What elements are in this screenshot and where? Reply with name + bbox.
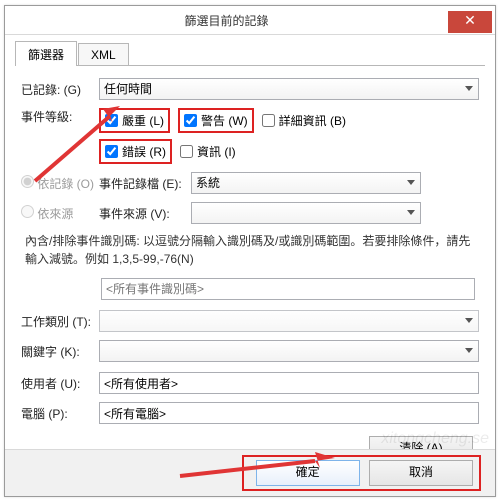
task-select[interactable] bbox=[99, 310, 479, 332]
dialog-footer: 確定 取消 bbox=[5, 449, 495, 496]
label-sourcefield: 事件來源 (V): bbox=[99, 205, 191, 222]
level-error[interactable]: 錯誤 (R) bbox=[99, 139, 172, 164]
close-button[interactable]: ✕ bbox=[448, 11, 492, 33]
footer-highlight: 確定 取消 bbox=[242, 455, 481, 491]
source-select[interactable] bbox=[191, 202, 421, 224]
label-task: 工作類別 (T): bbox=[21, 313, 99, 330]
close-icon: ✕ bbox=[464, 12, 476, 28]
radio-bylog[interactable]: 依記錄 (O) bbox=[21, 175, 99, 192]
keyword-select[interactable] bbox=[99, 340, 479, 362]
verbose-checkbox[interactable] bbox=[262, 114, 275, 127]
label-logged: 已記錄: (G) bbox=[21, 81, 99, 98]
warning-checkbox[interactable] bbox=[184, 114, 197, 127]
log-select[interactable]: 系統 bbox=[191, 172, 421, 194]
radio-bysource[interactable]: 依來源 bbox=[21, 205, 99, 222]
label-user: 使用者 (U): bbox=[21, 375, 99, 392]
tab-filter[interactable]: 篩選器 bbox=[15, 41, 77, 66]
label-level: 事件等級: bbox=[21, 108, 99, 125]
ok-button[interactable]: 確定 bbox=[256, 460, 360, 486]
user-input[interactable] bbox=[99, 372, 479, 394]
label-computer: 電腦 (P): bbox=[21, 405, 99, 422]
critical-checkbox[interactable] bbox=[105, 114, 118, 127]
level-warning[interactable]: 警告 (W) bbox=[178, 108, 254, 133]
info-checkbox[interactable] bbox=[180, 145, 193, 158]
logged-select[interactable]: 任何時間 bbox=[99, 78, 479, 100]
dialog-title: 篩選目前的記錄 bbox=[5, 12, 448, 29]
cancel-button[interactable]: 取消 bbox=[369, 460, 473, 486]
bylog-radio[interactable] bbox=[21, 175, 34, 188]
level-info[interactable]: 資訊 (I) bbox=[180, 139, 236, 164]
tab-xml[interactable]: XML bbox=[78, 43, 129, 65]
id-helptext: 內含/排除事件識別碼: 以逗號分隔輸入識別碼及/或識別碼範圍。若要排除條件，請先… bbox=[25, 232, 479, 268]
bysource-radio[interactable] bbox=[21, 205, 34, 218]
event-id-input[interactable] bbox=[101, 278, 475, 300]
computer-input[interactable] bbox=[99, 402, 479, 424]
tab-strip: 篩選器 XML bbox=[15, 41, 485, 66]
label-logfield: 事件記錄檔 (E): bbox=[99, 175, 191, 192]
error-checkbox[interactable] bbox=[105, 145, 118, 158]
level-critical[interactable]: 嚴重 (L) bbox=[99, 108, 170, 133]
level-verbose[interactable]: 詳細資訊 (B) bbox=[262, 108, 346, 133]
label-keyword: 關鍵字 (K): bbox=[21, 343, 99, 360]
watermark: xitongcheng.se bbox=[381, 430, 489, 448]
